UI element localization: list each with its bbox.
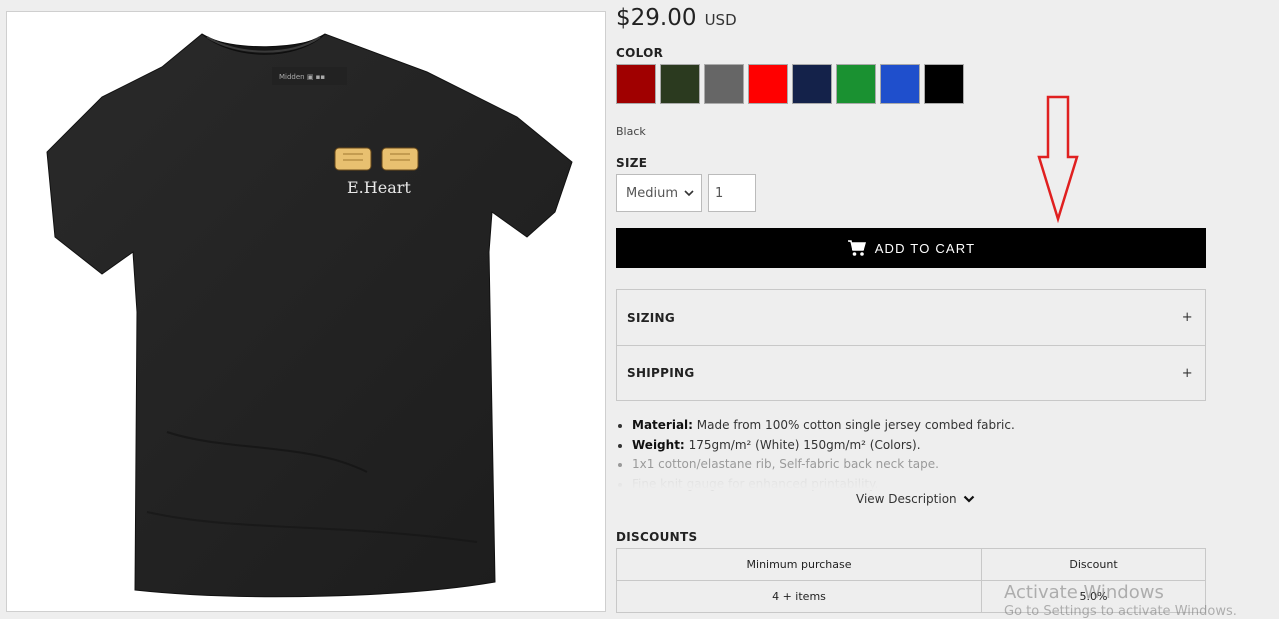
info-accordion: SIZING + SHIPPING + <box>616 289 1206 401</box>
color-swatch-green[interactable] <box>836 64 876 104</box>
color-swatch-blue[interactable] <box>880 64 920 104</box>
print-text: E.Heart <box>347 178 411 197</box>
view-description-label: View Description <box>856 492 957 506</box>
color-swatch-olive-green[interactable] <box>660 64 700 104</box>
discounts-title: DISCOUNTS <box>616 530 698 544</box>
feature-weight-label: Weight: <box>632 437 685 452</box>
color-swatch-grey[interactable] <box>704 64 744 104</box>
activate-windows-watermark: Activate Windows <box>1004 582 1164 603</box>
activate-windows-subtext: Go to Settings to activate Windows. <box>1004 604 1237 619</box>
feature-weight-text: 175gm/m² (White) 150gm/m² (Colors). <box>688 437 921 452</box>
annotation-arrow-icon <box>1037 95 1079 223</box>
description-fade <box>616 470 1206 490</box>
accordion-shipping-label: SHIPPING <box>627 366 695 380</box>
color-swatch-red[interactable] <box>748 64 788 104</box>
chevron-down-icon <box>963 495 974 503</box>
table-cell: 4 + items <box>616 580 982 613</box>
color-swatches <box>616 64 964 104</box>
price-currency: USD <box>704 11 737 29</box>
product-price: $29.00 <box>616 5 697 31</box>
size-label: SIZE <box>616 156 648 170</box>
chevron-down-icon <box>684 190 694 197</box>
feature-material-label: Material: <box>632 418 693 432</box>
svg-text:Midden ▣ ▪▪: Midden ▣ ▪▪ <box>279 73 325 81</box>
add-to-cart-button[interactable]: ADD TO CART <box>616 228 1206 268</box>
feature-weight: Weight: 175gm/m² (White) 150gm/m² (Color… <box>632 436 1222 456</box>
quantity-input[interactable] <box>708 174 756 212</box>
color-swatch-black[interactable] <box>924 64 964 104</box>
accordion-sizing-label: SIZING <box>627 310 675 325</box>
color-swatch-red-dark[interactable] <box>616 64 656 104</box>
feature-material: Material: Made from 100% cotton single j… <box>632 416 1222 436</box>
size-select-value: Medium <box>626 185 678 201</box>
accordion-sizing[interactable]: SIZING + <box>617 290 1205 345</box>
price-row: $29.00 USD <box>616 5 737 31</box>
feature-material-text: Made from 100% cotton single jersey comb… <box>696 418 1015 432</box>
view-description-toggle[interactable]: View Description <box>856 492 975 506</box>
accordion-shipping[interactable]: SHIPPING + <box>617 345 1205 400</box>
column-header: Minimum purchase <box>616 548 982 581</box>
tshirt-image: Midden ▣ ▪▪ <box>46 33 573 598</box>
selected-color-name: Black <box>616 125 646 138</box>
size-select[interactable]: Medium <box>616 174 702 212</box>
cart-icon <box>847 240 866 256</box>
plus-icon: + <box>1181 365 1193 381</box>
table-header-row: Minimum purchase Discount <box>616 548 1206 581</box>
color-swatch-navy[interactable] <box>792 64 832 104</box>
column-header: Discount <box>981 548 1206 581</box>
color-label: COLOR <box>616 46 664 60</box>
plus-icon: + <box>1181 310 1193 325</box>
product-image[interactable]: Midden ▣ ▪▪ E.Heart <box>6 11 606 612</box>
add-to-cart-label: ADD TO CART <box>874 240 976 256</box>
